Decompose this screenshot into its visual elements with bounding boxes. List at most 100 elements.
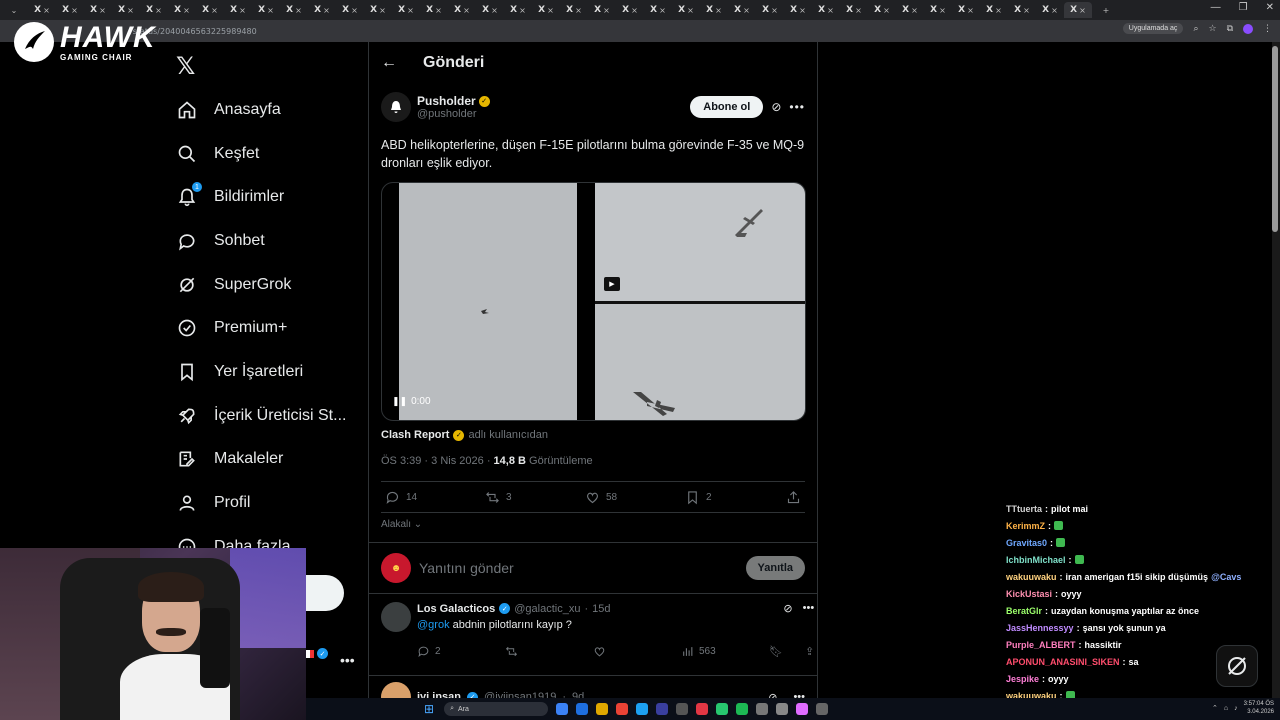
account-more-icon[interactable]: •••	[340, 652, 355, 668]
tab-close-icon[interactable]: ×	[43, 6, 50, 15]
author-avatar[interactable]	[381, 92, 411, 122]
chat-mention[interactable]: @Cavs	[1211, 572, 1241, 582]
views-action[interactable]: 563	[681, 645, 769, 658]
sidebar-item-search[interactable]: Keşfet	[176, 132, 346, 176]
browser-tab[interactable]: X ×	[784, 2, 812, 18]
chat-username[interactable]: IchbinMichael	[1006, 555, 1066, 565]
browser-tab[interactable]: X ×	[700, 2, 728, 18]
tab-close-icon[interactable]: ×	[827, 6, 834, 15]
browser-tab[interactable]: X ×	[588, 2, 616, 18]
file-explorer-icon[interactable]	[556, 703, 569, 715]
sidebar-item-article[interactable]: Makaleler	[176, 438, 346, 482]
tab-close-icon[interactable]: ×	[743, 6, 750, 15]
grok-floating-button[interactable]	[1216, 645, 1258, 687]
grok-icon[interactable]: ⊘	[783, 602, 792, 615]
tab-close-icon[interactable]: ×	[771, 6, 778, 15]
tab-close-icon[interactable]: ×	[911, 6, 918, 15]
reply-action[interactable]: 14	[385, 490, 485, 505]
maximize-icon[interactable]: ❐	[1239, 2, 1248, 13]
bookmark-icon[interactable]: 🔖︎	[769, 645, 783, 658]
tab-close-icon[interactable]: ×	[519, 6, 526, 15]
browser-tab[interactable]: X ×	[392, 2, 420, 18]
x-logo-icon[interactable]: 𝕏	[176, 52, 195, 81]
grok-icon[interactable]: ⊘	[771, 100, 781, 114]
calculator-icon[interactable]	[816, 703, 829, 715]
browser-tab[interactable]: X ×	[868, 2, 896, 18]
reply-age[interactable]: 15d	[592, 603, 610, 615]
scrollbar-thumb[interactable]	[1272, 46, 1278, 232]
reply-author-name[interactable]: Los Galacticos	[417, 603, 495, 615]
tab-close-icon[interactable]: ×	[967, 6, 974, 15]
chrome-icon[interactable]	[616, 703, 629, 715]
tab-close-icon[interactable]: ×	[687, 6, 694, 15]
browser-tab[interactable]: X ×	[924, 2, 952, 18]
share-action[interactable]	[786, 490, 801, 505]
sidebar-item-bookmark[interactable]: Yer İşaretleri	[176, 350, 346, 394]
tab-search-icon[interactable]: ⌄	[0, 2, 28, 18]
user-avatar[interactable]: ☻	[381, 553, 411, 583]
source-name[interactable]: Clash Report	[381, 429, 449, 441]
sidebar-item-bell[interactable]: 1 Bildirimler	[176, 175, 346, 219]
tab-close-icon[interactable]: ×	[127, 6, 134, 15]
page-scrollbar[interactable]	[1272, 42, 1280, 698]
tab-close-icon[interactable]: ×	[379, 6, 386, 15]
bookmark-action[interactable]: 2	[685, 490, 785, 505]
tab-close-icon[interactable]: ×	[407, 6, 414, 15]
new-tab-button[interactable]: +	[1092, 2, 1120, 18]
chat-username[interactable]: APONUN_ANASINI_SIKEN	[1006, 657, 1120, 667]
browser-tab[interactable]: X ×	[196, 2, 224, 18]
folder-icon[interactable]	[596, 703, 609, 715]
sidebar-item-verified[interactable]: Premium+	[176, 306, 346, 350]
tab-close-icon[interactable]: ×	[155, 6, 162, 15]
tab-close-icon[interactable]: ×	[239, 6, 246, 15]
pause-icon[interactable]: ❚❚	[392, 396, 407, 407]
discord-icon[interactable]	[656, 703, 669, 715]
store-icon[interactable]	[576, 703, 589, 715]
browser-tab[interactable]: X ×	[756, 2, 784, 18]
reply-action[interactable]: 2	[417, 645, 505, 658]
subscribe-button[interactable]: Abone ol	[690, 96, 764, 118]
browser-tab[interactable]: X ×	[896, 2, 924, 18]
browser-tab[interactable]: X ×	[420, 2, 448, 18]
chat-username[interactable]: Gravitas0	[1006, 538, 1047, 548]
chat-username[interactable]: KerimmZ	[1006, 521, 1045, 531]
browser-tab[interactable]: X ×	[448, 2, 476, 18]
related-dropdown[interactable]: Alakalı ⌄	[381, 519, 805, 530]
play-icon[interactable]: ▶	[604, 277, 620, 291]
network-icon[interactable]: ⌂	[1224, 705, 1228, 712]
tab-close-icon[interactable]: ×	[463, 6, 470, 15]
browser-tab[interactable]: X ×	[1064, 2, 1092, 18]
browser-tab[interactable]: X ×	[672, 2, 700, 18]
browser-tab[interactable]: X ×	[56, 2, 84, 18]
sidebar-item-rocket[interactable]: İçerik Üreticisi St...	[176, 394, 346, 438]
tab-close-icon[interactable]: ×	[183, 6, 190, 15]
tweet-time[interactable]: ÖS 3:39	[381, 455, 421, 467]
tab-close-icon[interactable]: ×	[1023, 6, 1030, 15]
browser-tab[interactable]: X ×	[560, 2, 588, 18]
author-handle[interactable]: @pusholder	[417, 108, 490, 120]
reply-avatar[interactable]	[381, 602, 411, 632]
author-name[interactable]: Pusholder ✓	[417, 94, 490, 108]
chat-username[interactable]: JassHennessyy	[1006, 623, 1074, 633]
browser-tab[interactable]: X ×	[364, 2, 392, 18]
browser-tab[interactable]: X ×	[84, 2, 112, 18]
chat-username[interactable]: TTtuerta	[1006, 504, 1042, 514]
chat-username[interactable]: Jespike	[1006, 674, 1039, 684]
tab-close-icon[interactable]: ×	[939, 6, 946, 15]
browser-tab[interactable]: X ×	[980, 2, 1008, 18]
tab-close-icon[interactable]: ×	[435, 6, 442, 15]
star-icon[interactable]: ☆	[1208, 23, 1216, 34]
terminal-icon[interactable]	[756, 703, 769, 715]
browser-tab[interactable]: X ×	[728, 2, 756, 18]
like-action[interactable]: 58	[585, 490, 685, 505]
reply-author-handle[interactable]: @galactic_xu	[514, 603, 580, 615]
browser-tab[interactable]: X ×	[140, 2, 168, 18]
browser-icon[interactable]	[796, 703, 809, 715]
tab-close-icon[interactable]: ×	[211, 6, 218, 15]
sidebar-item-grok[interactable]: SuperGrok	[176, 263, 346, 307]
browser-tab[interactable]: X ×	[336, 2, 364, 18]
browser-tab[interactable]: X ×	[280, 2, 308, 18]
browser-tab[interactable]: X ×	[1008, 2, 1036, 18]
browser-tab[interactable]: X ×	[952, 2, 980, 18]
chat-username[interactable]: Purple_ALBERT	[1006, 640, 1076, 650]
